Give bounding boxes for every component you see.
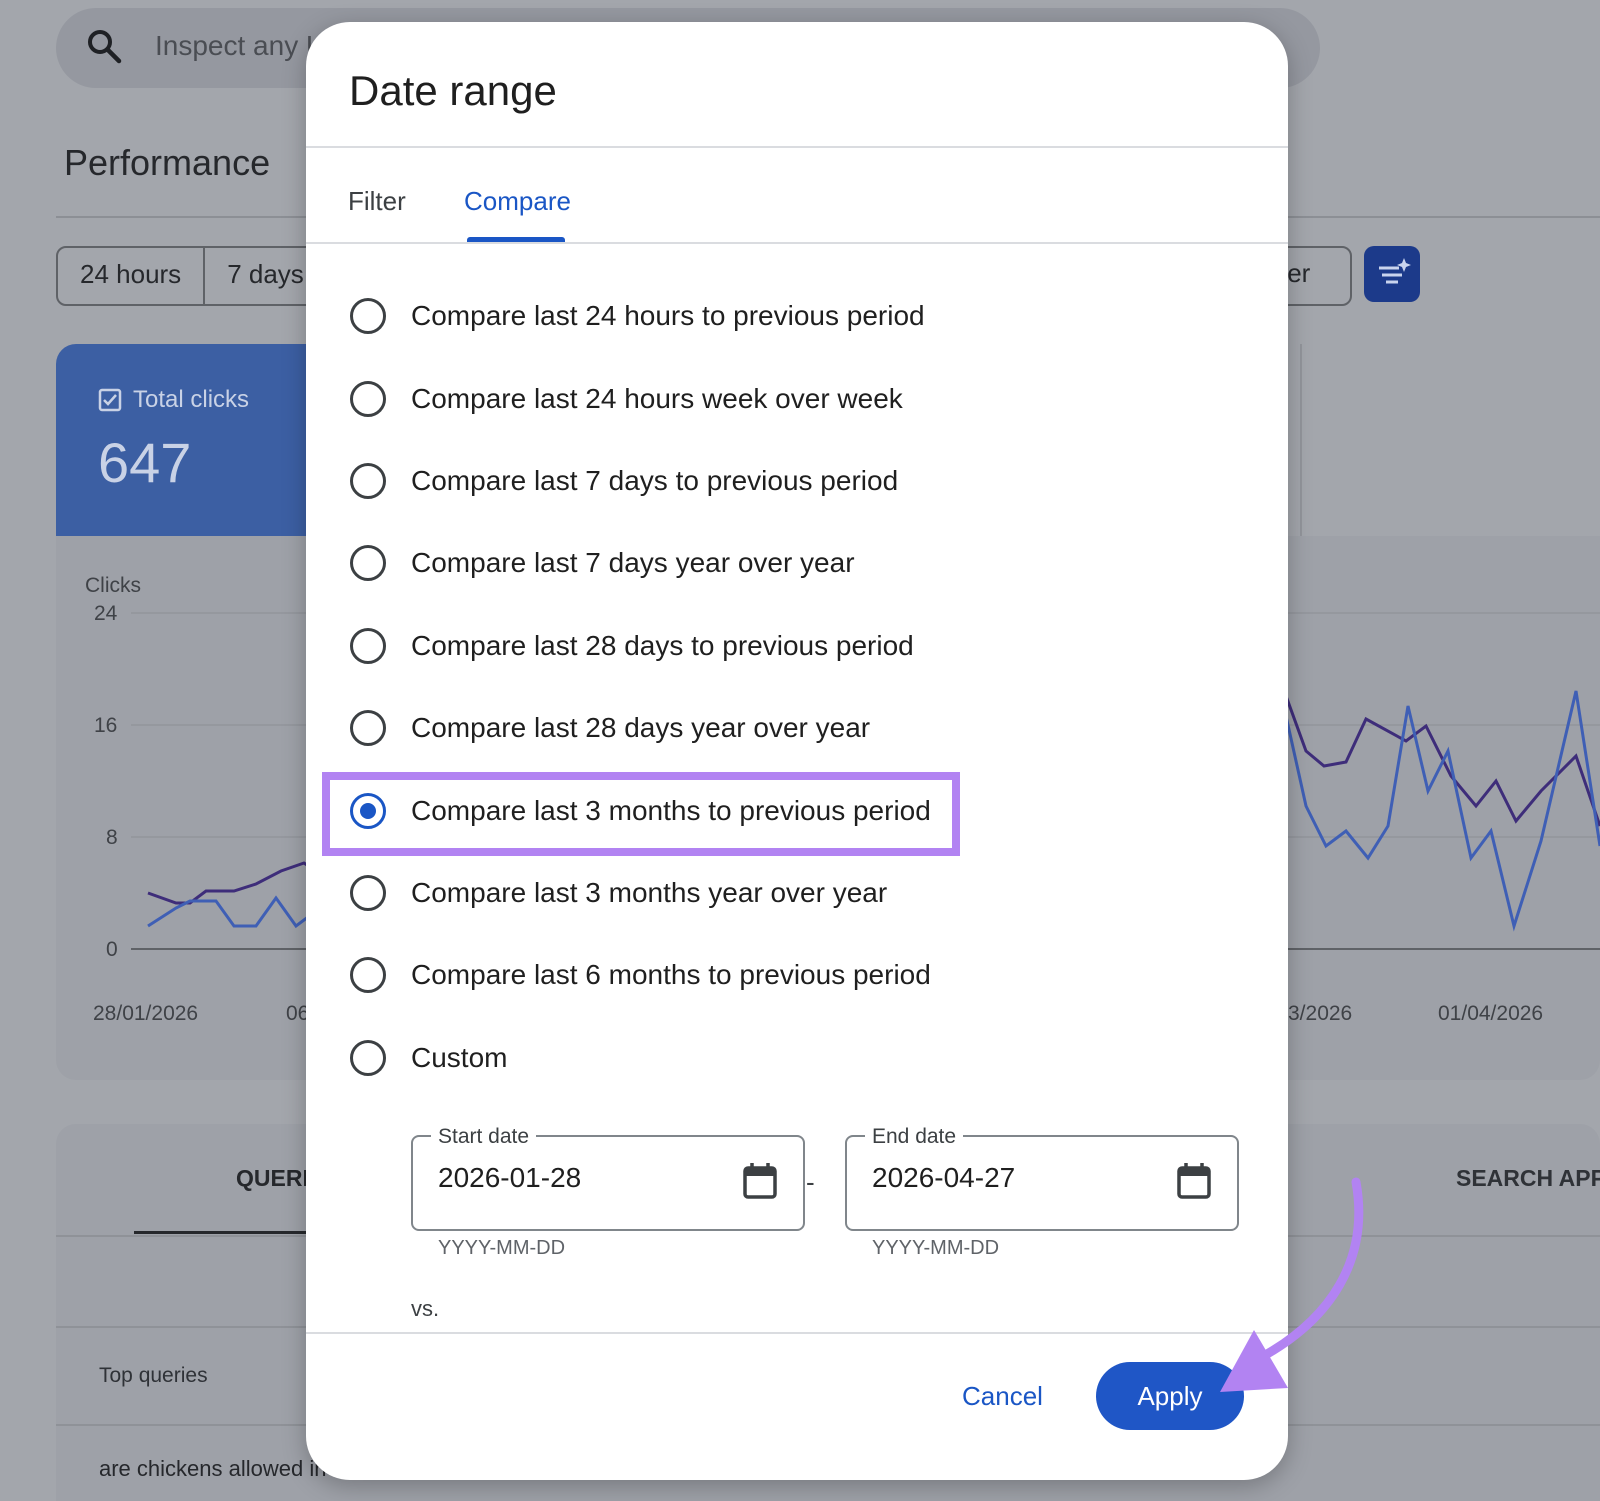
xtick-3: 3/2026 xyxy=(1288,1002,1352,1025)
radio-button[interactable] xyxy=(350,1040,386,1076)
start-date-hint: YYYY-MM-DD xyxy=(438,1237,566,1259)
ytick-0: 0 xyxy=(106,938,118,961)
radio-button[interactable] xyxy=(350,628,386,664)
option-label: Compare last 28 days year over year xyxy=(411,712,871,743)
search-input[interactable]: Inspect any U xyxy=(155,30,326,62)
divider xyxy=(306,146,1288,148)
tab-queries[interactable]: QUERI xyxy=(236,1165,309,1192)
end-date-label: End date xyxy=(865,1125,964,1149)
date-chip-group: 24 hours 7 days xyxy=(56,246,328,306)
divider xyxy=(306,242,1288,244)
date-range-dialog: Date range Filter Compare Compare last 2… xyxy=(306,22,1288,1480)
option-label: Compare last 24 hours to previous period xyxy=(411,300,925,331)
annotation-arrow xyxy=(1220,1177,1364,1392)
search-icon xyxy=(88,30,122,64)
option-label: Custom xyxy=(411,1042,508,1073)
filter-sparkle-icon xyxy=(1379,258,1411,284)
option-24h-week[interactable]: Compare last 24 hours week over week xyxy=(350,369,903,429)
radio-button[interactable] xyxy=(350,957,386,993)
option-7d-year[interactable]: Compare last 7 days year over year xyxy=(350,533,855,593)
start-date-label: Start date xyxy=(431,1125,537,1149)
radio-button[interactable] xyxy=(350,545,386,581)
xtick-4: 01/04/2026 xyxy=(1438,1002,1543,1025)
cancel-button[interactable]: Cancel xyxy=(946,1362,1059,1430)
table-row[interactable]: are chickens allowed in xyxy=(99,1456,326,1482)
page-title: Performance xyxy=(64,142,271,183)
date-separator: - xyxy=(806,1167,815,1197)
metric-label: Total clicks xyxy=(133,386,250,413)
option-label: Compare last 7 days year over year xyxy=(411,547,855,578)
tab-compare[interactable]: Compare xyxy=(464,186,571,217)
end-date-input[interactable]: 2026-04-27 xyxy=(872,1162,1015,1194)
option-custom[interactable]: Custom xyxy=(350,1028,507,1088)
chip-24-hours[interactable]: 24 hours xyxy=(58,248,206,304)
ytick-8: 8 xyxy=(106,826,118,849)
radio-button[interactable] xyxy=(350,710,386,746)
radio-button[interactable] xyxy=(350,463,386,499)
filter-button[interactable] xyxy=(1364,246,1420,302)
option-3m-year[interactable]: Compare last 3 months year over year xyxy=(350,863,887,923)
option-6m-previous[interactable]: Compare last 6 months to previous period xyxy=(350,945,931,1005)
option-3m-previous[interactable]: Compare last 3 months to previous period xyxy=(350,781,931,841)
option-24h-previous[interactable]: Compare last 24 hours to previous period xyxy=(350,286,925,346)
divider xyxy=(306,1332,1288,1334)
radio-button-selected[interactable] xyxy=(350,793,386,829)
metric-value: 647 xyxy=(98,431,192,494)
radio-button[interactable] xyxy=(350,381,386,417)
tab-filter[interactable]: Filter xyxy=(348,186,406,217)
option-label: Compare last 3 months to previous period xyxy=(411,795,931,826)
calendar-icon[interactable] xyxy=(742,1162,778,1200)
dialog-title: Date range xyxy=(349,67,557,114)
radio-button[interactable] xyxy=(350,298,386,334)
option-label: Compare last 24 hours week over week xyxy=(411,383,903,414)
table-header: Top queries xyxy=(99,1364,208,1387)
option-28d-year[interactable]: Compare last 28 days year over year xyxy=(350,698,870,758)
tab-search-appearance[interactable]: SEARCH APP xyxy=(1456,1165,1600,1192)
end-date-hint: YYYY-MM-DD xyxy=(872,1237,1000,1259)
metric-card-edge xyxy=(1300,344,1322,538)
radio-button[interactable] xyxy=(350,875,386,911)
checkbox-checked-icon xyxy=(98,388,122,412)
vs-label: vs. xyxy=(411,1296,440,1321)
xtick-1: 28/01/2026 xyxy=(93,1002,198,1025)
tab-active-indicator xyxy=(134,1231,324,1234)
ytick-16: 16 xyxy=(94,714,117,737)
option-label: Compare last 28 days to previous period xyxy=(411,630,914,661)
ytick-24: 24 xyxy=(94,602,118,625)
option-7d-previous[interactable]: Compare last 7 days to previous period xyxy=(350,451,898,511)
option-label: Compare last 6 months to previous period xyxy=(411,959,931,990)
option-label: Compare last 3 months year over year xyxy=(411,877,888,908)
option-label: Compare last 7 days to previous period xyxy=(411,465,899,496)
chart-ylabel: Clicks xyxy=(85,574,141,597)
start-date-input[interactable]: 2026-01-28 xyxy=(438,1162,581,1194)
option-28d-previous[interactable]: Compare last 28 days to previous period xyxy=(350,616,914,676)
